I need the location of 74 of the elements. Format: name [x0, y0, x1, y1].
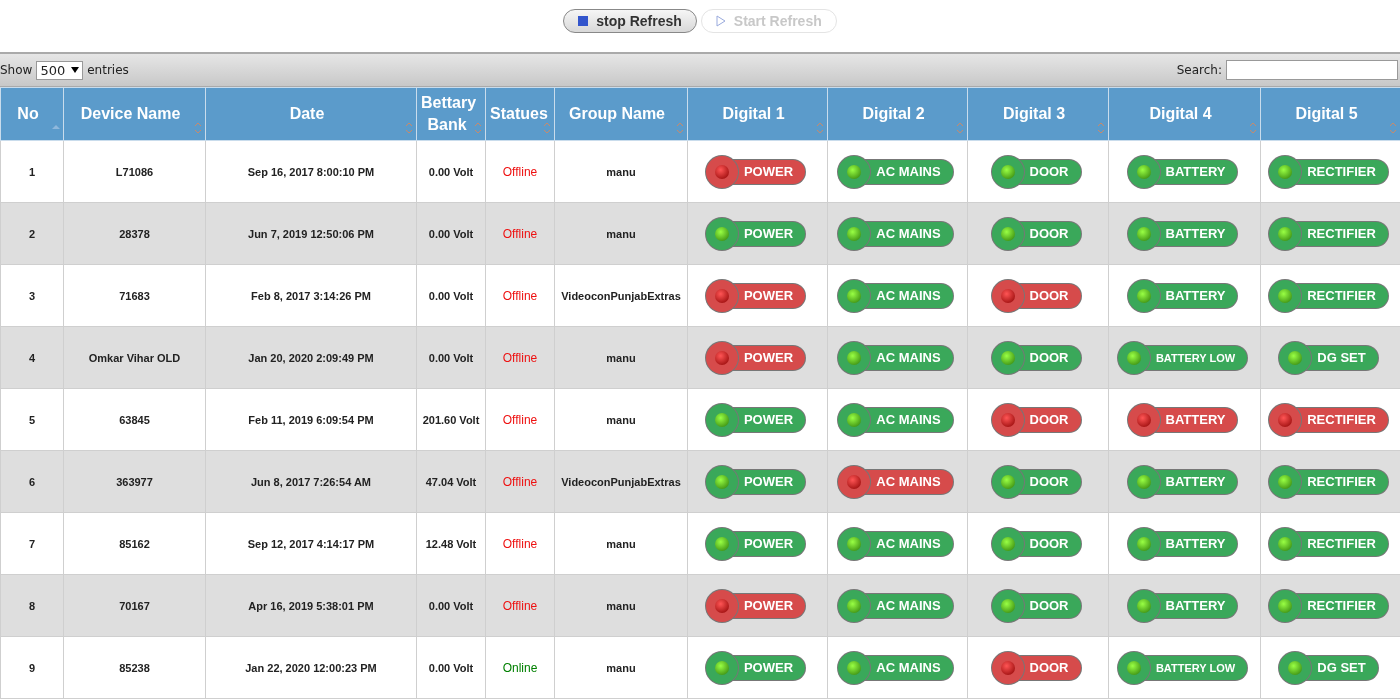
- table-cell: VideoconPunjabExtras: [554, 450, 688, 513]
- table-cell: L71086: [63, 140, 206, 203]
- column-header[interactable]: Digital 3: [967, 87, 1109, 141]
- table-cell: Jun 8, 2017 7:26:54 AM: [205, 450, 417, 513]
- table-cell: manu: [554, 388, 688, 451]
- refresh-button[interactable]: stop Refresh: [563, 9, 697, 33]
- search-field[interactable]: [1226, 60, 1398, 80]
- status-text: Offline: [502, 598, 538, 613]
- table-cell: 85238: [63, 636, 206, 699]
- table-cell: 3: [0, 264, 64, 327]
- status-text: Offline: [502, 164, 538, 179]
- column-header[interactable]: Digital 5: [1260, 87, 1400, 141]
- table-cell: 0.00 Volt: [416, 574, 486, 637]
- table-cell: 1: [0, 140, 64, 203]
- table-cell: 9: [0, 636, 64, 699]
- table-cell: manu: [554, 512, 688, 575]
- column-header[interactable]: Digital 1: [687, 87, 828, 141]
- table-cell: 71683: [63, 264, 206, 327]
- status-text: Offline: [502, 536, 538, 551]
- column-header[interactable]: Digital 2: [827, 87, 968, 141]
- table-cell: Feb 8, 2017 3:14:26 PM: [205, 264, 417, 327]
- table-cell: 6: [0, 450, 64, 513]
- status-text: Offline: [502, 412, 538, 427]
- play-icon: [715, 15, 726, 27]
- table-cell: manu: [554, 140, 688, 203]
- search-label: Search:: [1176, 63, 1222, 77]
- table-cell: 0.00 Volt: [416, 636, 486, 699]
- table-cell: Sep 16, 2017 8:00:10 PM: [205, 140, 417, 203]
- table-cell: VideoconPunjabExtras: [554, 264, 688, 327]
- status-text: Offline: [502, 350, 538, 365]
- entries-label: entries: [87, 63, 129, 77]
- table-cell: 0.00 Volt: [416, 140, 486, 203]
- table-cell: 8: [0, 574, 64, 637]
- column-header[interactable]: Statues: [485, 87, 555, 141]
- table-cell: manu: [554, 202, 688, 265]
- table-cell: 0.00 Volt: [416, 326, 486, 389]
- table-cell: 0.00 Volt: [416, 202, 486, 265]
- table-cell: Feb 11, 2019 6:09:54 PM: [205, 388, 417, 451]
- column-header[interactable]: Group Name: [554, 87, 688, 141]
- table-cell: 363977: [63, 450, 206, 513]
- show-label: Show: [0, 63, 33, 77]
- table-cell: 28378: [63, 202, 206, 265]
- table-cell: 7: [0, 512, 64, 575]
- table-cell: manu: [554, 326, 688, 389]
- table-cell: 70167: [63, 574, 206, 637]
- status-text: Online: [502, 660, 538, 675]
- table-cell: 201.60 Volt: [416, 388, 486, 451]
- table-cell: Jan 22, 2020 12:00:23 PM: [205, 636, 417, 699]
- status-text: Offline: [502, 226, 538, 241]
- table-cell: 85162: [63, 512, 206, 575]
- table-cell: Sep 12, 2017 4:14:17 PM: [205, 512, 417, 575]
- dropdown-icon: [71, 67, 80, 73]
- table-cell: 0.00 Volt: [416, 264, 486, 327]
- table-cell: manu: [554, 636, 688, 699]
- table-cell: 47.04 Volt: [416, 450, 486, 513]
- column-header[interactable]: Digital 4: [1108, 87, 1261, 141]
- stop-icon: [578, 16, 589, 26]
- table-cell: Jan 20, 2020 2:09:49 PM: [205, 326, 417, 389]
- column-header[interactable]: No: [0, 87, 64, 141]
- column-header[interactable]: Date: [205, 87, 417, 141]
- entries-select[interactable]: 500: [36, 60, 84, 80]
- status-text: Offline: [502, 474, 538, 489]
- table-cell: manu: [554, 574, 688, 637]
- column-header[interactable]: Device Name: [63, 87, 206, 141]
- table-cell: 4: [0, 326, 64, 389]
- table-cell: Omkar Vihar OLD: [63, 326, 206, 389]
- table-cell: 2: [0, 202, 64, 265]
- table-cell: 12.48 Volt: [416, 512, 486, 575]
- table-cell: Apr 16, 2019 5:38:01 PM: [205, 574, 417, 637]
- table-cell: 5: [0, 388, 64, 451]
- status-text: Offline: [502, 288, 538, 303]
- table-cell: 63845: [63, 388, 206, 451]
- column-header[interactable]: Bettary Bank: [416, 87, 486, 141]
- table-cell: Jun 7, 2019 12:50:06 PM: [205, 202, 417, 265]
